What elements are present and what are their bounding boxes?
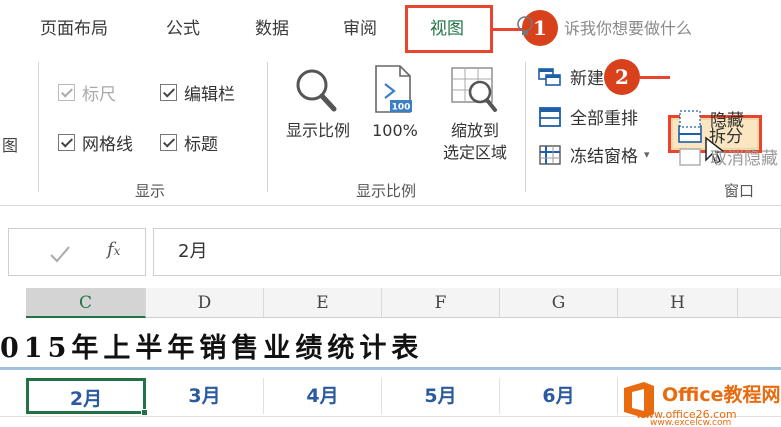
ribbon-view: 图 标尺 编辑栏 网格线 标题 显示 显示比例 100 100% 缩放到 选定区… <box>0 56 781 206</box>
watermark: Office教程网 www.office26.com www.excelcw.c… <box>616 378 781 427</box>
ruler-checkbox[interactable]: 标尺 <box>58 80 116 105</box>
column-header-h[interactable]: H <box>618 288 738 318</box>
new-window-label: 新建 <box>570 69 604 89</box>
gridlines-label: 网格线 <box>82 135 133 155</box>
chevron-down-icon[interactable]: ▾ <box>644 148 650 161</box>
group-separator <box>525 62 526 192</box>
column-header-d[interactable]: D <box>146 288 264 318</box>
enter-check-icon[interactable] <box>49 245 71 263</box>
ruler-label: 标尺 <box>82 85 116 105</box>
cell-d[interactable]: 3月 <box>146 378 264 414</box>
arrange-all-icon <box>539 106 561 127</box>
arrange-all-label: 全部重排 <box>570 109 638 129</box>
tab-page-layout[interactable]: 页面布局 <box>40 14 108 39</box>
title-row: 015年上半年销售业绩统计表 <box>0 318 781 370</box>
zoom-100-button[interactable]: 100% <box>362 120 428 142</box>
tell-me-search[interactable]: 诉我你想要做什么 <box>564 15 692 39</box>
unhide-label: 取消隐藏 <box>710 149 778 169</box>
sheet-title[interactable]: 015年上半年销售业绩统计表 <box>0 326 423 365</box>
freeze-panes-icon <box>539 144 561 165</box>
column-header-next[interactable] <box>738 288 781 318</box>
zoom-button-label: 显示比例 <box>285 121 350 140</box>
tab-formulas[interactable]: 公式 <box>166 14 200 39</box>
checkbox-check-icon <box>58 84 75 101</box>
watermark-url-2: www.excelcw.com <box>650 418 732 427</box>
column-header-f[interactable]: F <box>382 288 500 318</box>
watermark-brand: Office教程网 <box>662 384 781 406</box>
cell-c-selected[interactable]: 2月 <box>26 378 148 416</box>
group-separator <box>38 62 39 192</box>
formula-input[interactable]: 2月 <box>153 228 781 276</box>
headings-label: 标题 <box>184 135 218 155</box>
headings-checkbox[interactable]: 标题 <box>160 130 218 155</box>
ribbon-tab-bar: 页面布局 公式 数据 审阅 视图 1 诉我你想要做什么 <box>0 0 781 56</box>
callout-2-line <box>640 76 670 79</box>
checkbox-check-icon <box>160 84 177 101</box>
formula-bar: fx 2月 <box>0 206 781 288</box>
zoom-to-selection-line2: 选定区域 <box>442 143 507 162</box>
zoom-to-selection-button[interactable]: 缩放到 选定区域 <box>428 120 522 164</box>
column-header-e[interactable]: E <box>264 288 382 318</box>
cell-c-value: 2月 <box>69 388 103 410</box>
gridlines-checkbox[interactable]: 网格线 <box>58 130 133 155</box>
new-window-button[interactable]: 新建 <box>538 64 604 89</box>
formula-bar-label: 编辑栏 <box>184 85 235 105</box>
checkbox-check-icon <box>160 134 177 151</box>
cell-e[interactable]: 4月 <box>264 378 382 414</box>
column-header-g[interactable]: G <box>500 288 618 318</box>
zoom-100-icon: 100 <box>375 65 412 113</box>
hide-window-icon <box>679 109 701 128</box>
insert-function-icon[interactable]: fx <box>107 239 120 260</box>
ribbon-left-fragment[interactable]: 图 <box>2 132 18 156</box>
hide-label: 隐藏 <box>710 111 744 131</box>
group-label-zoom: 显示比例 <box>356 182 417 200</box>
formula-bar-checkbox[interactable]: 编辑栏 <box>160 80 235 105</box>
lightbulb-icon <box>517 16 533 35</box>
unhide-button[interactable]: 取消隐藏 <box>678 144 778 169</box>
tab-review[interactable]: 审阅 <box>343 14 377 39</box>
freeze-panes-button[interactable]: 冻结窗格 ▾ <box>538 142 650 167</box>
callout-2: 2 <box>604 59 640 95</box>
zoom-100-icon-text: 100 <box>392 103 411 113</box>
tab-view-highlight <box>405 5 493 53</box>
unhide-window-icon <box>679 147 701 166</box>
freeze-panes-label: 冻结窗格 <box>570 147 638 167</box>
hide-button[interactable]: 隐藏 <box>678 106 744 131</box>
group-label-window: 窗口 <box>724 182 755 200</box>
cell-f[interactable]: 5月 <box>382 378 500 414</box>
zoom-to-selection-icon <box>451 67 497 112</box>
magnifier-icon <box>296 69 337 112</box>
group-separator <box>267 62 268 192</box>
zoom-button[interactable]: 显示比例 <box>276 120 360 142</box>
tab-data[interactable]: 数据 <box>255 14 289 39</box>
arrange-all-button[interactable]: 全部重排 <box>538 104 638 129</box>
formula-buttons: fx <box>8 228 146 276</box>
new-window-icon <box>538 67 561 86</box>
column-header-c[interactable]: C <box>26 288 146 318</box>
cell-g[interactable]: 6月 <box>500 378 618 414</box>
group-label-show: 显示 <box>135 182 166 200</box>
zoom-to-selection-line1: 缩放到 <box>450 121 499 140</box>
zoom-100-label: 100% <box>372 121 418 140</box>
checkbox-check-icon <box>58 134 75 151</box>
